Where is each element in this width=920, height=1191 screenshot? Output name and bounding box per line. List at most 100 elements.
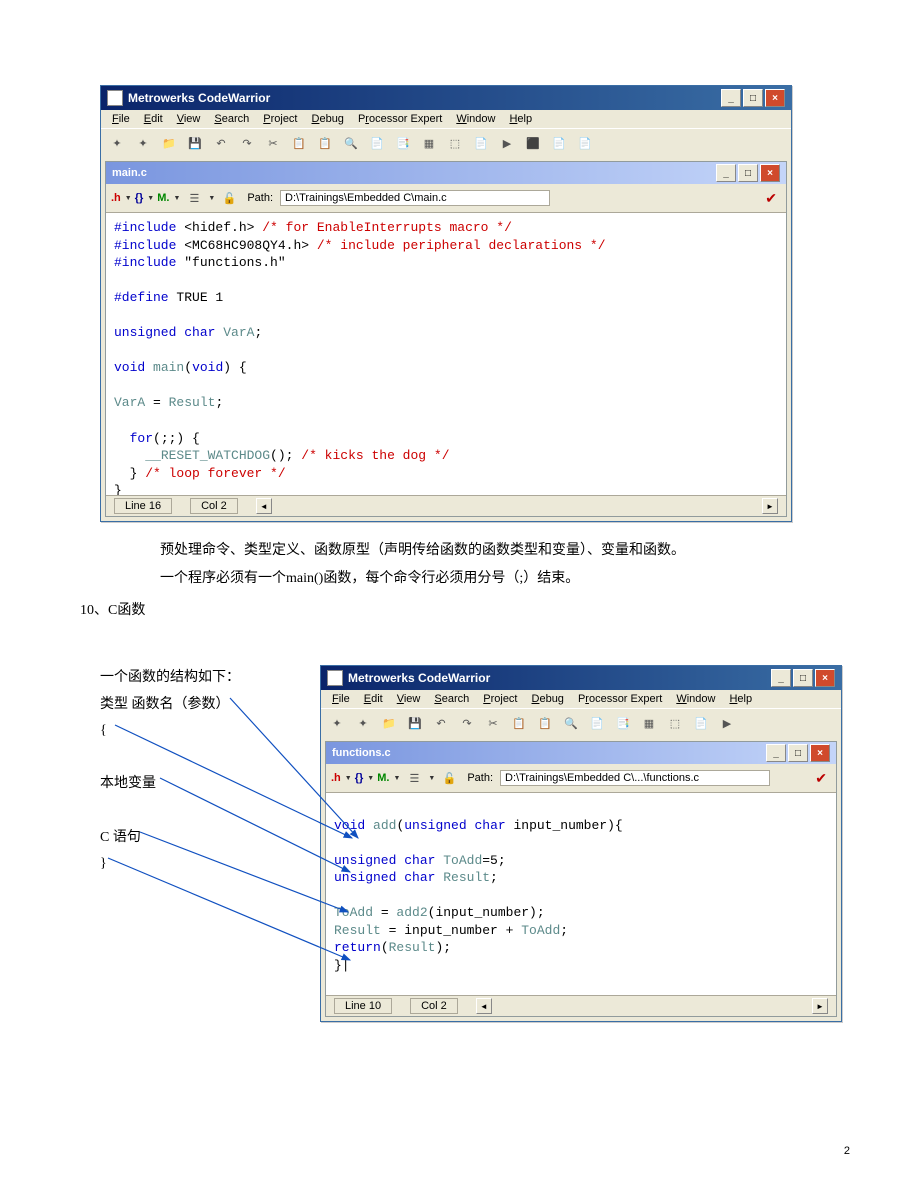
toolbar-button-7[interactable]: 📋: [288, 132, 310, 154]
editor-maximize-button[interactable]: □: [788, 744, 808, 762]
toolbar-button-18[interactable]: 📄: [574, 132, 596, 154]
editor-maximize-button[interactable]: □: [738, 164, 758, 182]
struct-statements: C 语句: [100, 825, 240, 852]
toolbar-button-2[interactable]: 📁: [158, 132, 180, 154]
toolbar-button-12[interactable]: ▦: [638, 712, 660, 734]
menu-help[interactable]: Help: [504, 112, 537, 126]
toolbar-button-12[interactable]: ▦: [418, 132, 440, 154]
toolbar-button-10[interactable]: 📄: [366, 132, 388, 154]
toolbar-button-3[interactable]: 💾: [184, 132, 206, 154]
check-icon[interactable]: ✔: [815, 770, 827, 787]
minimize-button[interactable]: _: [771, 669, 791, 687]
editor-titlebar[interactable]: main.c _ □ ×: [106, 162, 786, 184]
toolbar-button-6[interactable]: ✂: [482, 712, 504, 734]
toolbar-button-17[interactable]: 📄: [548, 132, 570, 154]
app-icon: [107, 90, 123, 106]
toolbar-button-1[interactable]: ✦: [352, 712, 374, 734]
editor-minimize-button[interactable]: _: [766, 744, 786, 762]
list-icon[interactable]: ☰: [403, 767, 425, 789]
menu-window[interactable]: Window: [451, 112, 500, 126]
menu-search[interactable]: Search: [209, 112, 254, 126]
struct-open-brace: {: [100, 718, 240, 745]
editor-pane: main.c _ □ × .h▼ {}▼ M.▼ ☰▼ 🔓 Path: D:\T…: [105, 161, 787, 517]
close-button[interactable]: ×: [765, 89, 785, 107]
lock-icon[interactable]: 🔓: [438, 767, 460, 789]
titlebar[interactable]: Metrowerks CodeWarrior _ □ ×: [101, 86, 791, 110]
menu-window[interactable]: Window: [671, 692, 720, 706]
menu-project[interactable]: Project: [478, 692, 522, 706]
toolbar-button-15[interactable]: ▶: [496, 132, 518, 154]
toolbar-button-8[interactable]: 📋: [314, 132, 336, 154]
menu-debug[interactable]: Debug: [307, 112, 349, 126]
toolbar-button-5[interactable]: ↷: [236, 132, 258, 154]
menu-file[interactable]: File: [327, 692, 355, 706]
maximize-button[interactable]: □: [743, 89, 763, 107]
app-title: Metrowerks CodeWarrior: [348, 671, 490, 685]
titlebar[interactable]: Metrowerks CodeWarrior _ □ ×: [321, 666, 841, 690]
header-dropdown-icon[interactable]: .h: [331, 772, 341, 784]
toolbar-button-14[interactable]: 📄: [690, 712, 712, 734]
minimize-button[interactable]: _: [721, 89, 741, 107]
editor-titlebar[interactable]: functions.c _ □ ×: [326, 742, 836, 764]
menu-file[interactable]: File: [107, 112, 135, 126]
toolbar-button-14[interactable]: 📄: [470, 132, 492, 154]
toolbar-button-4[interactable]: ↶: [430, 712, 452, 734]
scroll-right-button[interactable]: ►: [762, 498, 778, 514]
scroll-right-button[interactable]: ►: [812, 998, 828, 1014]
toolbar-button-2[interactable]: 📁: [378, 712, 400, 734]
toolbar-button-11[interactable]: 📑: [392, 132, 414, 154]
code-editor[interactable]: void add(unsigned char input_number){ un…: [326, 793, 836, 995]
menu-view[interactable]: View: [392, 692, 426, 706]
toolbar-button-16[interactable]: ⬛: [522, 132, 544, 154]
braces-dropdown-icon[interactable]: {}: [355, 772, 364, 784]
toolbar-button-11[interactable]: 📑: [612, 712, 634, 734]
toolbar-button-7[interactable]: 📋: [508, 712, 530, 734]
maximize-button[interactable]: □: [793, 669, 813, 687]
menu-view[interactable]: View: [172, 112, 206, 126]
check-icon[interactable]: ✔: [765, 190, 777, 207]
braces-dropdown-icon[interactable]: {}: [135, 192, 144, 204]
scrollbar-track[interactable]: [510, 998, 794, 1014]
toolbar-button-0[interactable]: ✦: [106, 132, 128, 154]
path-field[interactable]: D:\Trainings\Embedded C\main.c: [280, 190, 550, 206]
menu-edit[interactable]: Edit: [139, 112, 168, 126]
codewarrior-window-2: Metrowerks CodeWarrior _ □ × File Edit Vie…: [320, 665, 842, 1022]
toolbar-button-3[interactable]: 💾: [404, 712, 426, 734]
editor-pane: functions.c _ □ × .h▼ {}▼ M.▼ ☰▼ 🔓 Path:…: [325, 741, 837, 1017]
menu-processor-expert[interactable]: Processor Expert: [573, 692, 667, 706]
list-icon[interactable]: ☰: [183, 187, 205, 209]
toolbar-button-9[interactable]: 🔍: [340, 132, 362, 154]
editor-minimize-button[interactable]: _: [716, 164, 736, 182]
editor-close-button[interactable]: ×: [810, 744, 830, 762]
lock-icon[interactable]: 🔓: [218, 187, 240, 209]
toolbar-button-15[interactable]: ▶: [716, 712, 738, 734]
toolbar-button-5[interactable]: ↷: [456, 712, 478, 734]
scroll-left-button[interactable]: ◄: [256, 498, 272, 514]
markers-dropdown-icon[interactable]: M.: [377, 772, 389, 784]
code-editor[interactable]: #include <hidef.h> /* for EnableInterrup…: [106, 213, 786, 495]
markers-dropdown-icon[interactable]: M.: [157, 192, 169, 204]
toolbar-button-1[interactable]: ✦: [132, 132, 154, 154]
toolbar-button-6[interactable]: ✂: [262, 132, 284, 154]
close-button[interactable]: ×: [815, 669, 835, 687]
toolbar-button-9[interactable]: 🔍: [560, 712, 582, 734]
toolbar-button-0[interactable]: ✦: [326, 712, 348, 734]
menu-edit[interactable]: Edit: [359, 692, 388, 706]
editor-close-button[interactable]: ×: [760, 164, 780, 182]
menu-search[interactable]: Search: [429, 692, 474, 706]
toolbar-button-10[interactable]: 📄: [586, 712, 608, 734]
scroll-left-button[interactable]: ◄: [476, 998, 492, 1014]
menu-project[interactable]: Project: [258, 112, 302, 126]
function-structure-text: 一个函数的结构如下： 类型 函数名（参数） { 本地变量 C 语句 }: [100, 665, 240, 878]
menu-debug[interactable]: Debug: [527, 692, 569, 706]
menu-help[interactable]: Help: [724, 692, 757, 706]
menu-processor-expert[interactable]: Processor Expert: [353, 112, 447, 126]
status-col: Col 2: [410, 998, 458, 1014]
scrollbar-track[interactable]: [290, 498, 744, 514]
path-field[interactable]: D:\Trainings\Embedded C\...\functions.c: [500, 770, 770, 786]
header-dropdown-icon[interactable]: .h: [111, 192, 121, 204]
toolbar-button-13[interactable]: ⬚: [444, 132, 466, 154]
toolbar-button-13[interactable]: ⬚: [664, 712, 686, 734]
toolbar-button-4[interactable]: ↶: [210, 132, 232, 154]
toolbar-button-8[interactable]: 📋: [534, 712, 556, 734]
